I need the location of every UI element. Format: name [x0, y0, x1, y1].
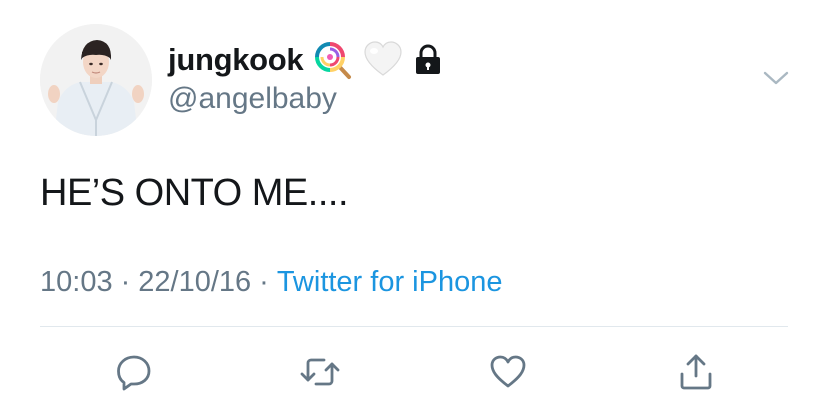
tweet-meta: 10:03 · 22/10/16 · Twitter for iPhone: [40, 266, 502, 299]
like-button[interactable]: [484, 348, 532, 396]
display-name[interactable]: jungkook: [168, 42, 304, 78]
meta-separator: ·: [120, 266, 131, 298]
tweet-time[interactable]: 10:03: [40, 266, 113, 299]
tweet-source-link[interactable]: Twitter for iPhone: [277, 266, 503, 299]
like-icon: [490, 355, 526, 388]
reply-button[interactable]: [110, 348, 158, 396]
avatar[interactable]: [40, 24, 152, 136]
tweet-date[interactable]: 22/10/16: [138, 266, 251, 299]
lollipop-icon: [313, 40, 353, 80]
handle[interactable]: @angelbaby: [168, 82, 337, 116]
lock-icon: [413, 44, 443, 76]
white-heart-icon: [363, 40, 403, 80]
avatar-image: [40, 24, 152, 136]
name-row: jungkook: [168, 38, 443, 82]
tweet-card: jungkook @angelbaby HE’S ONTO ME.... 10:…: [0, 0, 828, 417]
retweet-button[interactable]: [296, 348, 344, 396]
meta-separator: ·: [259, 266, 269, 298]
divider: [40, 326, 788, 327]
retweet-icon: [300, 358, 340, 386]
share-button[interactable]: [672, 348, 720, 396]
chevron-down-icon[interactable]: [760, 64, 792, 92]
share-icon: [680, 354, 712, 390]
tweet-text: HE’S ONTO ME....: [40, 172, 349, 214]
action-bar: [0, 348, 828, 396]
reply-icon: [117, 355, 151, 391]
